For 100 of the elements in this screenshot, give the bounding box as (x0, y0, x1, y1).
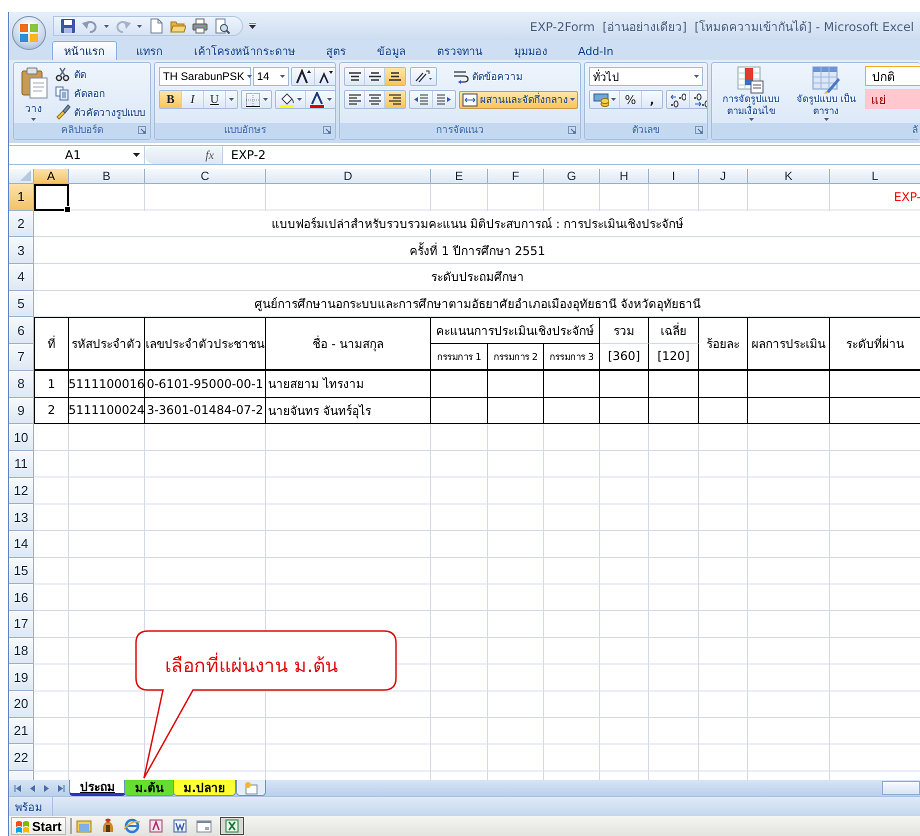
row-header[interactable]: 14 (9, 530, 34, 558)
row-header[interactable]: 22 (9, 744, 34, 772)
cut-button[interactable]: ตัด (53, 66, 147, 84)
row-header[interactable]: 19 (9, 664, 34, 692)
bold-button[interactable]: B (160, 91, 182, 108)
table-brush-icon (812, 66, 840, 94)
dialog-launcher-icon[interactable] (323, 126, 331, 134)
ribbon-tab[interactable]: สูตร (314, 41, 358, 60)
row-header[interactable]: 1 (9, 184, 34, 211)
merge-center-button[interactable]: ผสานและจัดกึ่งกลาง (459, 90, 578, 108)
folder-icon[interactable] (76, 818, 92, 834)
column-header[interactable]: J (699, 169, 748, 184)
number-format-field[interactable]: ทั่วไป (589, 67, 703, 86)
comma-button[interactable]: , (642, 91, 662, 108)
row-header[interactable]: 12 (9, 478, 34, 504)
row-header[interactable]: 21 (9, 718, 34, 744)
column-header[interactable]: L (830, 169, 920, 184)
conditional-formatting-button[interactable]: การจัดรูปแบบ ตามเงื่อนไข (715, 65, 787, 121)
start-button[interactable]: Start (11, 817, 66, 835)
last-sheet-icon[interactable] (57, 784, 65, 792)
ribbon-tab[interactable]: ตรวจทาน (425, 41, 495, 60)
row-header[interactable]: 18 (9, 638, 34, 664)
spreadsheet-app-button[interactable] (220, 817, 244, 835)
font-name-field[interactable]: TH SarabunPSK (159, 67, 251, 86)
ribbon-tab[interactable]: แทรก (124, 41, 175, 60)
insert-function-button[interactable]: fx (145, 146, 223, 164)
row-header[interactable]: 16 (9, 584, 34, 611)
formula-field[interactable]: EXP-2 (223, 148, 266, 162)
previous-sheet-icon[interactable] (29, 784, 36, 792)
row-header[interactable]: 10 (9, 424, 34, 451)
insert-sheet-button[interactable] (236, 780, 266, 796)
ribbon-tab[interactable]: หน้าแรก (52, 41, 117, 60)
ribbon-tab[interactable]: เค้าโครงหน้ากระดาษ (182, 41, 307, 60)
dialog-launcher-icon[interactable] (138, 126, 146, 134)
percent-button[interactable]: % (620, 91, 642, 108)
copy-button[interactable]: คัดลอก (53, 84, 147, 102)
underline-button[interactable]: U (204, 91, 226, 108)
column-header[interactable]: K (748, 169, 830, 184)
customize-caret-icon[interactable] (249, 23, 256, 29)
column-header[interactable]: B (69, 169, 145, 184)
ribbon-tab[interactable]: ข้อมูล (365, 41, 418, 60)
row-header[interactable]: 3 (9, 237, 34, 264)
office-button[interactable] (12, 16, 46, 50)
name-box[interactable]: A1 (9, 146, 145, 164)
word-document-icon[interactable] (172, 818, 188, 834)
column-header[interactable]: H (600, 169, 649, 184)
window-icon[interactable] (196, 818, 212, 834)
row-header[interactable]: 20 (9, 691, 34, 718)
column-header[interactable]: F (488, 169, 544, 184)
cell-style-button[interactable]: ปกติ (865, 66, 920, 86)
align-right-button[interactable] (385, 91, 405, 108)
horizontal-scrollbar[interactable] (882, 781, 920, 795)
italic-button[interactable]: I (182, 91, 204, 108)
row-header[interactable]: 11 (9, 450, 34, 478)
table-header-cell-text: ร้อยละ (706, 336, 740, 354)
row-header[interactable]: 4 (9, 264, 34, 291)
table-cell (488, 398, 544, 424)
format-as-table-button[interactable]: จัดรูปแบบ เป็นตาราง (790, 65, 862, 121)
row-header[interactable]: 17 (9, 611, 34, 638)
browser-icon[interactable] (124, 818, 140, 834)
column-header[interactable]: G (544, 169, 600, 184)
caret-icon[interactable] (247, 75, 252, 78)
first-sheet-icon[interactable] (14, 784, 22, 792)
caret-icon[interactable] (280, 75, 285, 78)
format-painter-button[interactable]: ตัวคัดวางรูปแบบ (53, 103, 147, 122)
caret-icon[interactable] (133, 153, 140, 157)
title-text: ระดับประถมศึกษา (431, 269, 524, 286)
row-header[interactable]: 9 (9, 398, 34, 424)
row-header[interactable]: 15 (9, 558, 34, 584)
row-header[interactable]: 8 (9, 370, 34, 398)
table-cell-text: นายจันทร จันทร์อุไร (268, 402, 371, 420)
save-icon[interactable] (60, 18, 76, 34)
ribbon-tab[interactable]: Add-In (566, 41, 626, 60)
sheet-tab[interactable]: ม.ปลาย (172, 780, 236, 796)
column-header[interactable]: I (649, 169, 699, 184)
wrap-text-button[interactable]: ตัดข้อความ (451, 68, 525, 86)
dialog-launcher-icon[interactable] (568, 126, 576, 134)
sheet-tab[interactable]: ม.ต้น (124, 780, 175, 796)
printer-icon[interactable] (192, 18, 208, 34)
dialog-launcher-icon[interactable] (695, 126, 703, 134)
new-document-icon[interactable] (148, 18, 164, 34)
row-header[interactable]: 13 (9, 504, 34, 531)
ribbon-tab[interactable]: มุมมอง (502, 41, 559, 60)
print-preview-icon[interactable] (214, 18, 230, 34)
column-header[interactable]: A (34, 169, 69, 184)
paste-button[interactable]: วาง (17, 65, 50, 121)
font-size-field[interactable]: 14 (253, 67, 289, 86)
row-header[interactable]: 5 (9, 290, 34, 318)
align-bottom-button[interactable] (385, 68, 405, 85)
column-header[interactable]: E (431, 169, 488, 184)
column-header[interactable]: C (145, 169, 266, 184)
row-header[interactable]: 7 (9, 344, 34, 371)
caret-icon[interactable] (694, 75, 699, 78)
cell-style-button[interactable]: แย่ (865, 89, 920, 109)
column-header[interactable]: D (266, 169, 431, 184)
row-header[interactable]: 6 (9, 317, 34, 344)
database-icon[interactable] (148, 818, 164, 834)
row-header[interactable]: 2 (9, 210, 34, 238)
sheet-tab[interactable]: ประถม (69, 780, 126, 796)
next-sheet-icon[interactable] (43, 784, 50, 792)
